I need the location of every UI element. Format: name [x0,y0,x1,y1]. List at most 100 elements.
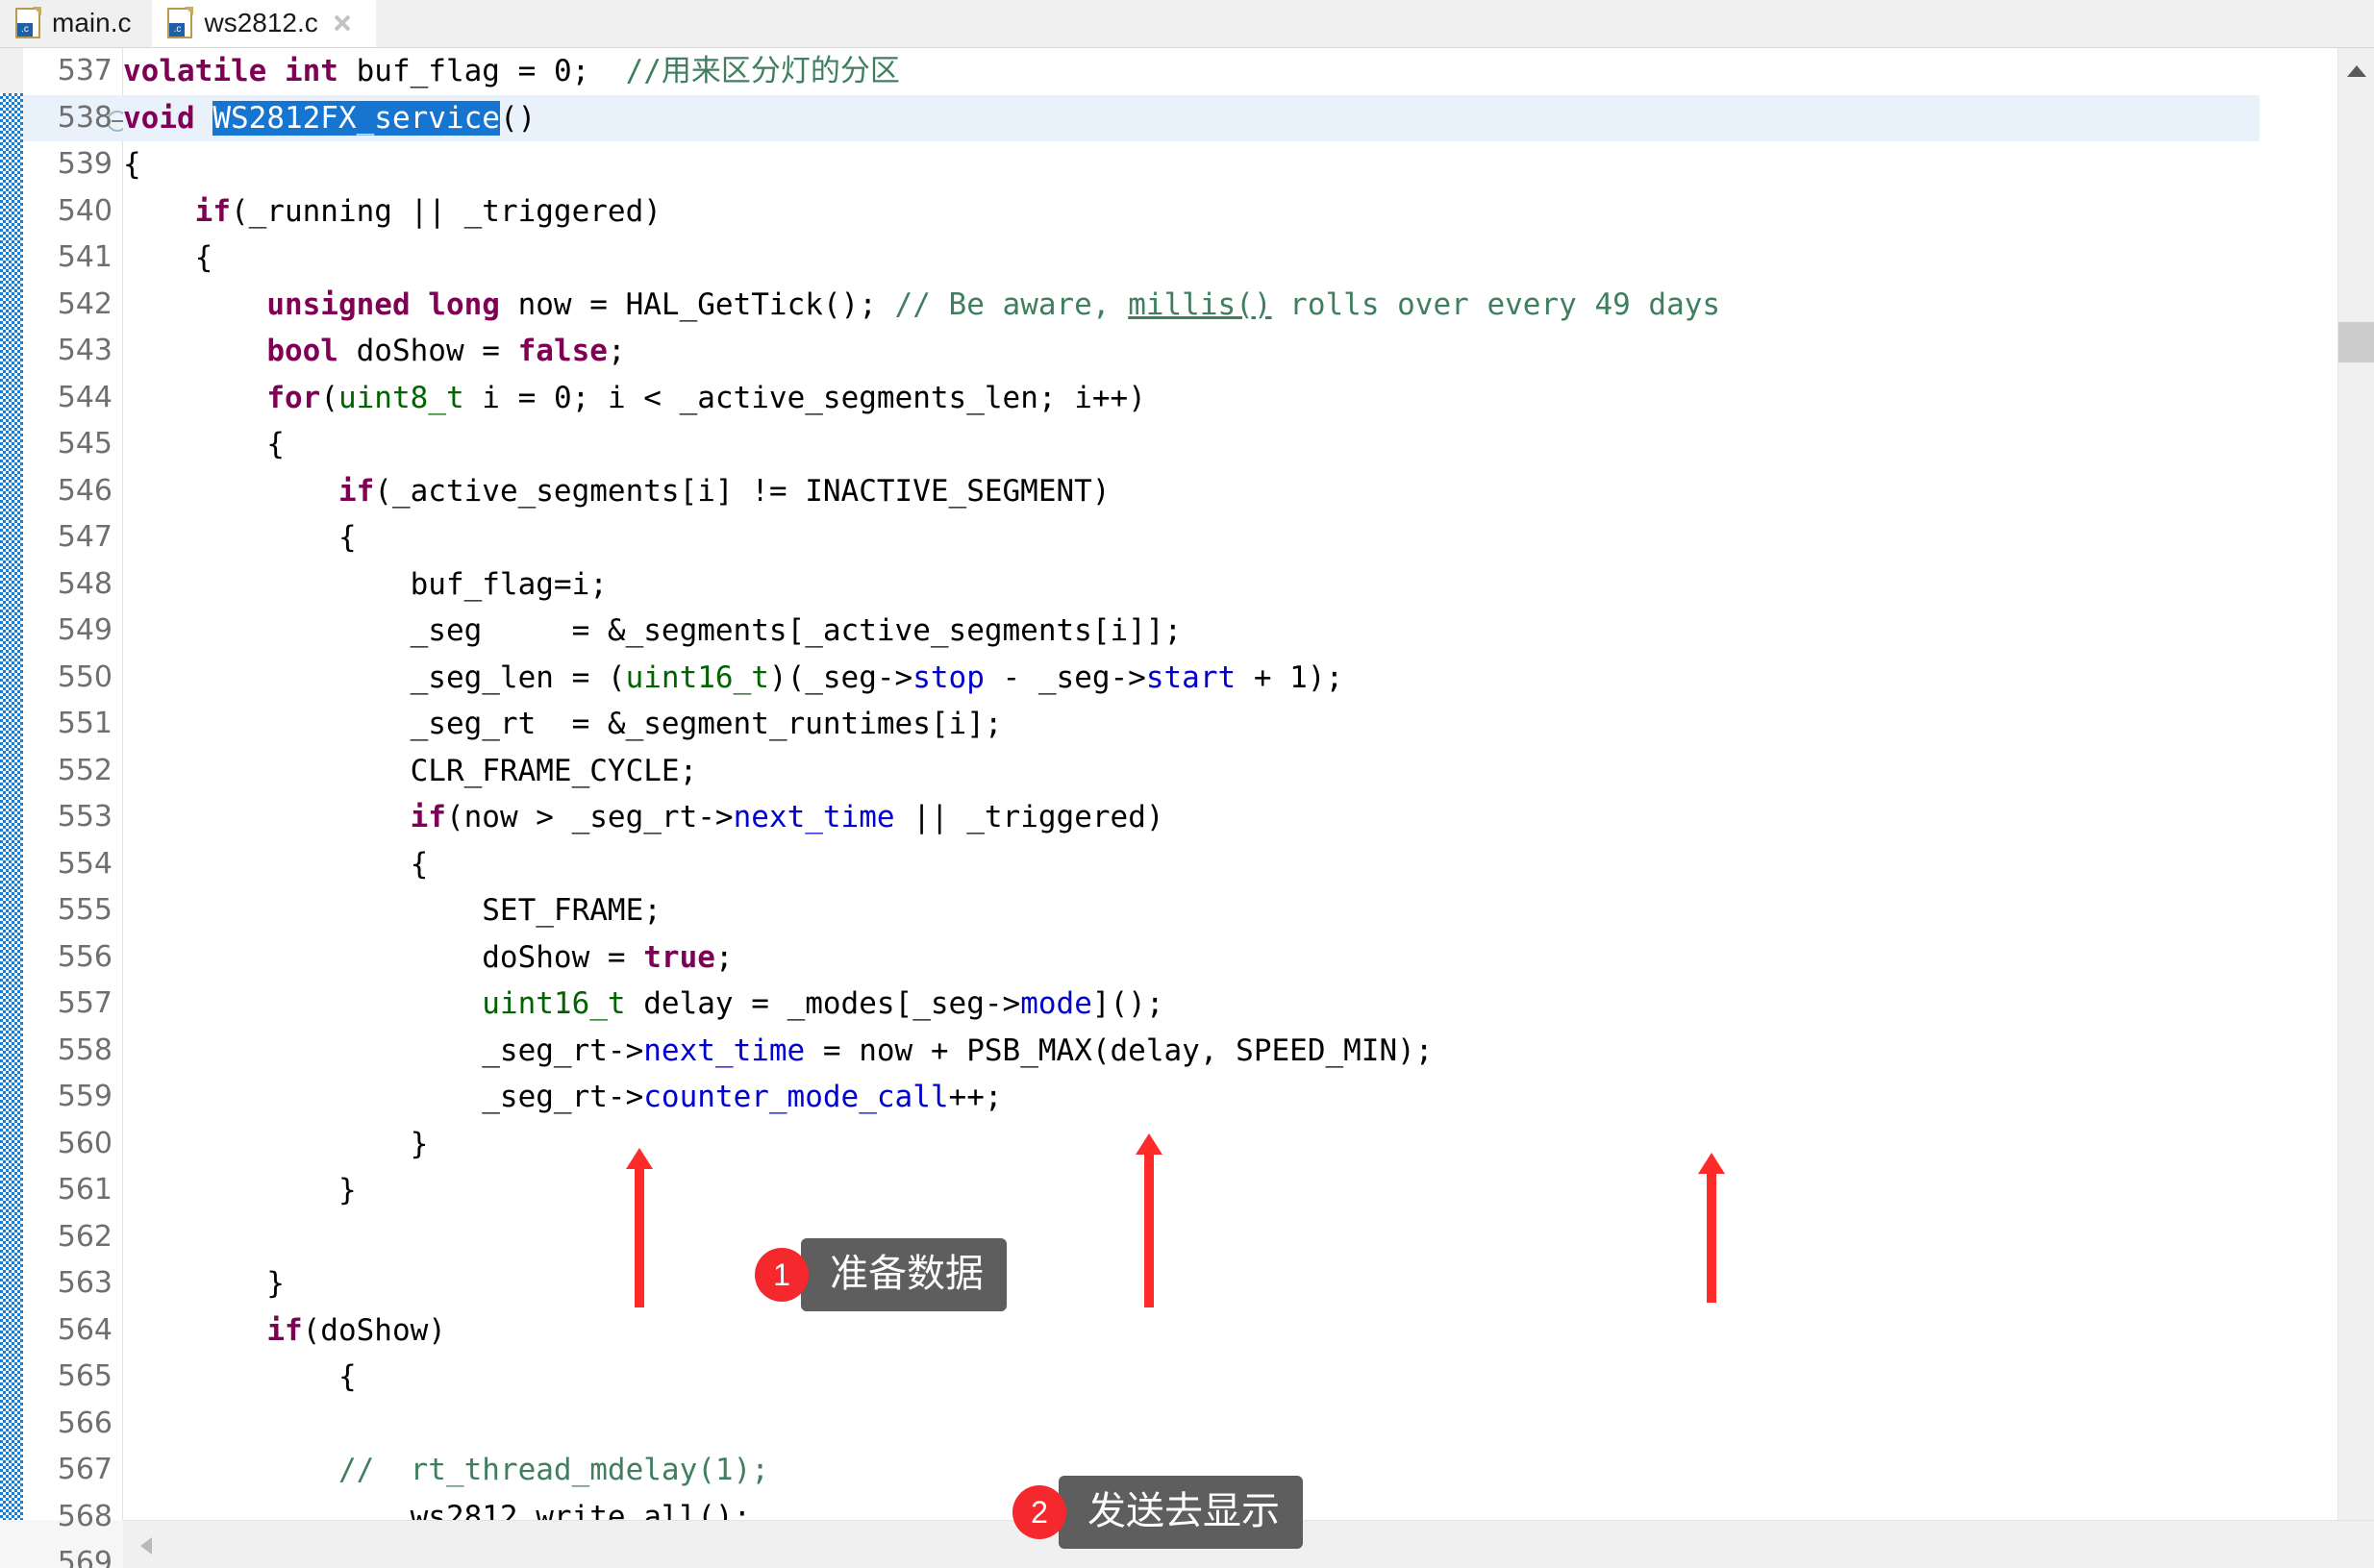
line-number-row[interactable]: 549 [23,608,122,655]
code-line[interactable]: if(_running || _triggered) [123,188,2260,236]
line-number-row[interactable]: 567 [23,1447,122,1494]
line-number-row[interactable]: 546 [23,468,122,515]
code-token [123,334,266,368]
code-line[interactable]: _seg_len = (uint16_t)(_seg->stop - _seg-… [123,655,2260,702]
line-number-gutter[interactable]: 5375385395405415425435445455465475485495… [23,48,123,1520]
line-number-row[interactable]: 563 [23,1260,122,1307]
scroll-up-icon[interactable] [2347,65,2366,77]
code-line[interactable]: } [123,1121,2260,1168]
code-line[interactable]: if(doShow) [123,1307,2260,1355]
code-line[interactable] [123,1214,2260,1261]
code-line[interactable]: { [123,841,2260,888]
line-number-row[interactable]: 550 [23,655,122,702]
line-number-row[interactable]: 560 [23,1121,122,1168]
code-token: ; [608,334,626,368]
line-number-row[interactable]: 544 [23,375,122,422]
code-line-text: ws2812_write_all(); [123,1494,751,1521]
code-line[interactable]: _seg_rt = &_segment_runtimes[i]; [123,701,2260,748]
code-line-text: doShow = true; [123,934,734,982]
line-number: 551 [58,701,112,748]
code-token: _seg_rt-> [123,1080,643,1114]
code-line[interactable]: unsigned long now = HAL_GetTick(); // Be… [123,282,2260,329]
line-number-row[interactable]: 537 [23,48,122,95]
line-number-row[interactable]: 554 [23,841,122,888]
vertical-scrollbar[interactable] [2337,48,2374,1520]
code-line[interactable]: { [123,141,2260,188]
code-token: _seg_len = ( [123,660,626,695]
line-number-row[interactable]: 564 [23,1307,122,1355]
code-line[interactable]: volatile int buf_flag = 0; //用来区分灯的分区 [123,48,2260,95]
code-line-text: } [123,1260,285,1307]
line-number-row[interactable]: 539 [23,141,122,188]
line-number-row[interactable]: 555 [23,887,122,934]
code-line[interactable]: { [123,1354,2260,1401]
code-line-text: { [123,421,285,468]
line-number-row[interactable]: 557 [23,981,122,1028]
line-number-row[interactable]: 559 [23,1074,122,1121]
close-icon[interactable] [330,11,355,36]
line-number-row[interactable]: 540 [23,188,122,236]
line-number: 546 [58,468,112,515]
line-number: 558 [58,1028,112,1075]
code-line[interactable]: buf_flag=i; [123,561,2260,609]
code-line[interactable]: if(_active_segments[i] != INACTIVE_SEGME… [123,468,2260,515]
code-line[interactable]: if(now > _seg_rt->next_time || _triggere… [123,794,2260,841]
line-number-row[interactable]: 562 [23,1214,122,1261]
code-token: if [411,800,446,834]
tab-main-c[interactable]: .c main.c [0,0,152,47]
code-line[interactable] [123,1401,2260,1448]
code-text-area[interactable]: volatile int buf_flag = 0; //用来区分灯的分区voi… [123,48,2260,1520]
line-number: 562 [58,1214,112,1261]
code-line[interactable]: bool doShow = false; [123,328,2260,375]
code-line[interactable]: _seg_rt->counter_mode_call++; [123,1074,2260,1121]
code-line[interactable]: } [123,1260,2260,1307]
code-token: || _triggered) [895,800,1164,834]
code-line[interactable]: _seg_rt->next_time = now + PSB_MAX(delay… [123,1028,2260,1075]
code-line[interactable]: void WS2812FX_service() [123,95,2260,142]
line-number-row[interactable]: 547 [23,514,122,561]
code-token: } [123,1127,428,1161]
code-line[interactable]: doShow = true; [123,934,2260,982]
code-token: millis() [1128,287,1271,322]
code-line[interactable]: } [123,1167,2260,1214]
line-number-row[interactable]: 566 [23,1401,122,1448]
code-token: if [338,474,374,509]
line-number-row[interactable]: 561 [23,1167,122,1214]
line-number-row[interactable]: 542 [23,282,122,329]
line-number-row[interactable]: 556 [23,934,122,982]
line-number: 555 [58,887,112,934]
callout-label: 发送去显示 [1059,1476,1303,1549]
code-token [123,287,266,322]
code-line[interactable]: uint16_t delay = _modes[_seg->mode](); [123,981,2260,1028]
tab-ws2812-c[interactable]: .c ws2812.c [152,0,375,47]
code-line[interactable]: CLR_FRAME_CYCLE; [123,748,2260,795]
line-number-row[interactable]: 543 [23,328,122,375]
line-number-row[interactable]: 558 [23,1028,122,1075]
code-token: now = HAL_GetTick(); [518,287,895,322]
code-token [123,194,195,229]
code-line[interactable]: { [123,235,2260,282]
code-token: (doShow) [303,1313,446,1348]
code-line[interactable]: { [123,421,2260,468]
code-token: (now > _seg_rt-> [446,800,734,834]
editor-right-margin [2260,48,2337,1520]
code-token: void [123,101,212,136]
line-number-row[interactable]: 565 [23,1354,122,1401]
line-number-row[interactable]: 538 [23,95,122,142]
line-number-row[interactable]: 552 [23,748,122,795]
code-line[interactable]: for(uint8_t i = 0; i < _active_segments_… [123,375,2260,422]
line-number-row[interactable]: 551 [23,701,122,748]
vertical-scroll-thumb[interactable] [2338,322,2374,362]
line-number-row[interactable]: 548 [23,561,122,609]
line-number: 559 [58,1074,112,1121]
line-number-row[interactable]: 541 [23,235,122,282]
line-number-row[interactable]: 545 [23,421,122,468]
code-token: volatile [123,54,285,88]
line-number-row[interactable]: 553 [23,794,122,841]
code-token [123,474,338,509]
callout-2: 2发送去显示 [1012,1476,1303,1549]
scroll-left-icon[interactable] [140,1537,152,1555]
code-line[interactable]: _seg = &_segments[_active_segments[i]]; [123,608,2260,655]
code-line[interactable]: { [123,514,2260,561]
code-line[interactable]: SET_FRAME; [123,887,2260,934]
